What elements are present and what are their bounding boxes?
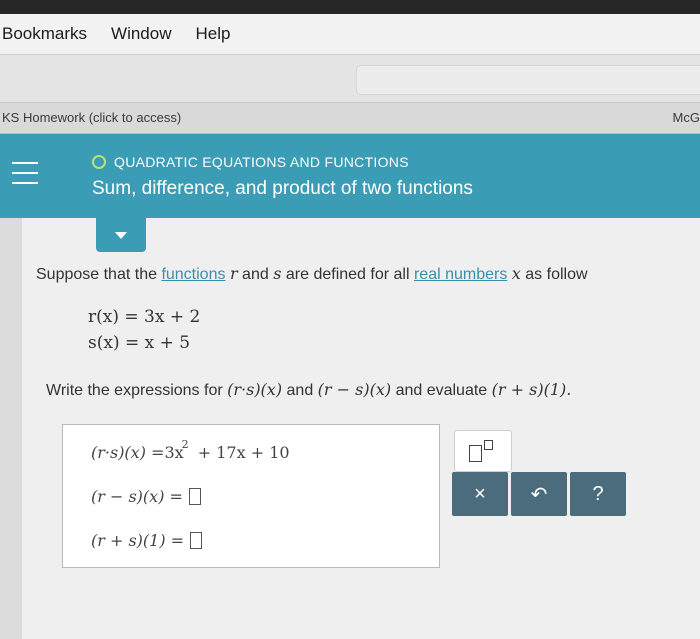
prompt-text: Write the expressions for	[46, 382, 223, 399]
menu-window[interactable]: Window	[111, 24, 171, 44]
help-button[interactable]: ?	[570, 472, 626, 516]
question-prompt: Write the expressions for (r·s)(x) and (…	[46, 380, 571, 400]
bookmark-homework[interactable]: KS Homework (click to access)	[2, 110, 181, 125]
row3-input[interactable]	[190, 532, 203, 549]
var-s: s	[273, 264, 282, 283]
answer-row-product: (r·s)(x) = 3x2 + 17x + 10	[91, 438, 290, 462]
page-title: Sum, difference, and product of two func…	[92, 178, 473, 199]
row1-label: (r·s)(x) =	[91, 443, 165, 462]
expr-difference: (r − s)(x)	[317, 380, 392, 399]
link-real-numbers[interactable]: real numbers	[414, 266, 507, 283]
answer-row-sum: (r + s)(1) =	[91, 531, 203, 550]
row1-input[interactable]: 3x2 + 17x + 10	[164, 438, 289, 462]
bookmarks-strip: KS Homework (click to access) McG	[0, 102, 700, 134]
exponent-button[interactable]	[454, 430, 512, 472]
clear-button[interactable]: ×	[452, 472, 508, 516]
intro-text-2: are defined for all	[285, 266, 410, 283]
menu-bar: Bookmarks Window Help	[0, 14, 700, 54]
screen: Bookmarks Window Help KS Homework (click…	[0, 14, 700, 639]
menu-help[interactable]: Help	[196, 24, 231, 44]
row3-label: (r + s)(1) =	[91, 531, 185, 550]
row2-input[interactable]	[188, 488, 201, 505]
expr-product: (r·s)(x)	[227, 380, 283, 399]
section-label: QUADRATIC EQUATIONS AND FUNCTIONS	[92, 154, 409, 170]
intro-and: and	[242, 266, 269, 283]
section-title: QUADRATIC EQUATIONS AND FUNCTIONS	[114, 154, 409, 170]
menu-icon[interactable]	[12, 162, 38, 184]
prompt-and: and	[286, 382, 314, 399]
def-r: r(x) = 3x + 2	[88, 307, 201, 327]
page-header: QUADRATIC EQUATIONS AND FUNCTIONS Sum, d…	[0, 134, 700, 218]
intro-suffix: as follow	[525, 266, 588, 283]
row2-label: (r − s)(x) =	[91, 487, 183, 506]
link-functions[interactable]: functions	[161, 266, 225, 283]
left-gutter	[0, 218, 22, 639]
menu-bookmarks[interactable]: Bookmarks	[2, 24, 87, 44]
prompt-evaluate: and evaluate	[395, 382, 488, 399]
undo-button[interactable]: ↶	[511, 472, 567, 516]
progress-circle-icon	[92, 155, 106, 169]
intro-text: Suppose that the	[36, 266, 157, 283]
browser-toolbar	[0, 54, 700, 103]
var-r: r	[229, 264, 238, 283]
question-intro: Suppose that the functions r and s are d…	[36, 264, 588, 284]
bookmark-mcg[interactable]: McG	[673, 110, 700, 125]
exponent-base-icon	[469, 445, 482, 462]
address-bar[interactable]	[356, 65, 700, 95]
keypad: × ↶ ?	[452, 472, 629, 516]
def-s: s(x) = x + 5	[88, 333, 191, 353]
function-definitions: r(x) = 3x + 2 s(x) = x + 5	[88, 304, 200, 356]
answer-box: (r·s)(x) = 3x2 + 17x + 10 (r − s)(x) = (…	[62, 424, 440, 568]
answer-row-difference: (r − s)(x) =	[91, 487, 201, 506]
exponent-power-icon	[484, 440, 493, 450]
expr-sum-at-1: (r + s)(1).	[491, 380, 572, 399]
var-x: x	[511, 264, 521, 283]
expand-dropdown-button[interactable]	[96, 218, 146, 252]
